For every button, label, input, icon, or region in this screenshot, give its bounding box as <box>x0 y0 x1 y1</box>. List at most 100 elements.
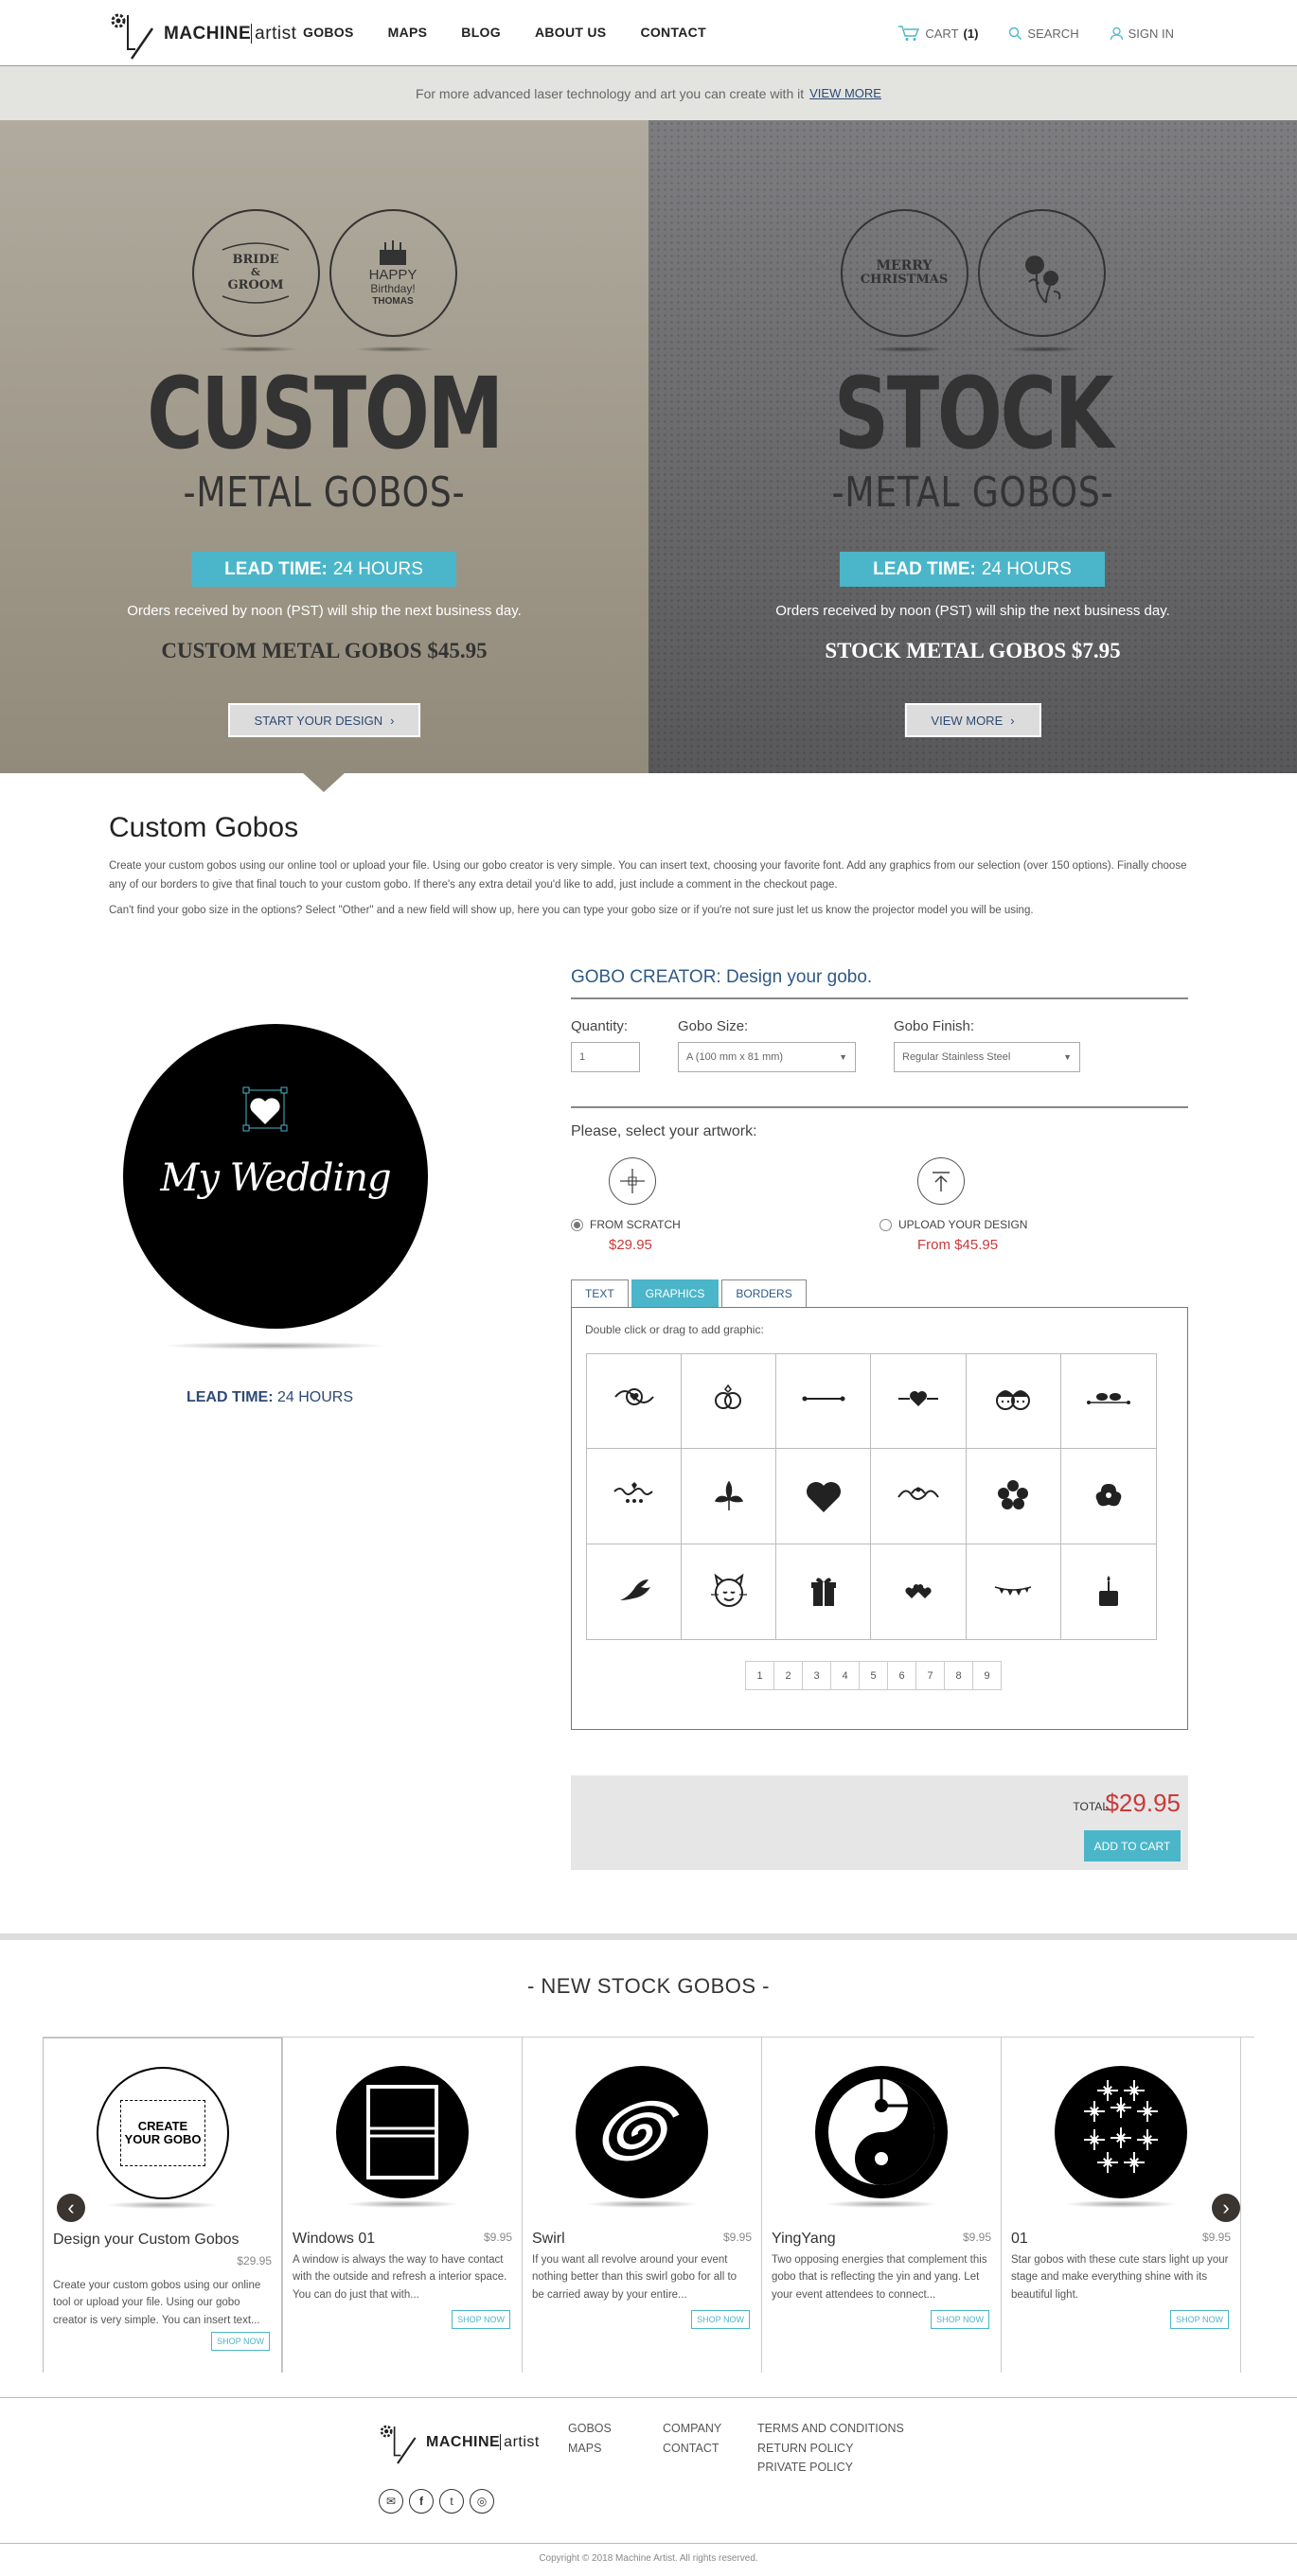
product-card[interactable]: Swirl $9.95 If you want all revolve arou… <box>522 2038 761 2373</box>
upload-design-radio[interactable] <box>879 1218 892 1231</box>
add-to-cart-button[interactable]: ADD TO CART <box>1084 1830 1181 1861</box>
graphic-cell[interactable] <box>587 1354 683 1450</box>
page-2[interactable]: 2 <box>773 1661 803 1690</box>
selected-heart-graphic-icon[interactable] <box>239 1083 292 1136</box>
logo-text: MACHINE artist <box>426 2434 540 2450</box>
nav-gobos[interactable]: GOBOS <box>303 25 354 40</box>
page-6[interactable]: 6 <box>887 1661 916 1690</box>
graphic-cell[interactable] <box>682 1354 777 1450</box>
product-name[interactable]: Swirl <box>532 2231 565 2248</box>
tab-text[interactable]: TEXT <box>571 1279 629 1307</box>
page-3[interactable]: 3 <box>802 1661 831 1690</box>
seal-text: CHRISTMAS <box>860 273 949 288</box>
from-scratch-radio[interactable] <box>571 1218 583 1231</box>
page-9[interactable]: 9 <box>972 1661 1002 1690</box>
hero-stock-gobos[interactable]: MERRY CHRISTMAS STOCK -METAL GOBOS- LEAD… <box>648 120 1297 773</box>
footer-link-contact[interactable]: CONTACT <box>663 2439 721 2459</box>
quantity-input[interactable]: 1 <box>571 1042 640 1072</box>
tab-borders[interactable]: BORDERS <box>721 1279 807 1307</box>
size-select[interactable]: A (100 mm x 81 mm) ▼ <box>678 1042 856 1072</box>
start-design-button[interactable]: START YOUR DESIGN › <box>227 703 421 737</box>
email-icon[interactable]: ✉ <box>379 2489 403 2514</box>
product-name[interactable]: 01 <box>1011 2231 1028 2248</box>
shop-now-button[interactable]: SHOP NOW <box>211 2332 270 2351</box>
logo[interactable]: MACHINE artist <box>107 8 297 61</box>
finish-select[interactable]: Regular Stainless Steel ▼ <box>894 1042 1080 1072</box>
view-more-button[interactable]: VIEW MORE › <box>904 703 1041 737</box>
page-7[interactable]: 7 <box>915 1661 945 1690</box>
search-link[interactable]: SEARCH <box>1008 25 1079 42</box>
intro-paragraph: Create your custom gobos using our onlin… <box>109 860 1187 891</box>
shop-now-button[interactable]: SHOP NOW <box>691 2310 750 2329</box>
shop-now-button[interactable]: SHOP NOW <box>1170 2310 1229 2329</box>
gobo-preview[interactable]: My Wedding <box>123 1024 428 1329</box>
nav-maps[interactable]: MAPS <box>388 25 428 40</box>
shop-now-button[interactable]: SHOP NOW <box>931 2310 989 2329</box>
promo-view-more-link[interactable]: VIEW MORE <box>809 86 881 100</box>
tab-graphics[interactable]: GRAPHICS <box>631 1279 720 1307</box>
graphic-cell[interactable] <box>587 1449 683 1544</box>
page-4[interactable]: 4 <box>830 1661 860 1690</box>
nav-about-us[interactable]: ABOUT US <box>535 25 607 40</box>
footer-link-privacy[interactable]: PRIVATE POLICY <box>757 2458 904 2478</box>
footer-link-terms[interactable]: TERMS AND CONDITIONS <box>757 2419 904 2439</box>
hero-subtitle: -METAL GOBOS- <box>183 468 466 517</box>
product-card[interactable]: Windows 01 $9.95 A window is always the … <box>282 2038 522 2373</box>
page-1[interactable]: 1 <box>745 1661 774 1690</box>
product-price: $9.95 <box>1201 2231 1231 2244</box>
facebook-icon[interactable]: f <box>409 2489 434 2514</box>
hero-title: STOCK <box>833 356 1114 471</box>
footer-link-company[interactable]: COMPANY <box>663 2419 721 2439</box>
footer-logo[interactable]: MACHINE artist <box>377 2419 540 2466</box>
lead-time-badge: LEAD TIME: 24 HOURS <box>191 552 456 587</box>
product-name[interactable]: Windows 01 <box>293 2231 375 2248</box>
nav-contact[interactable]: CONTACT <box>640 25 706 40</box>
footer-link-return[interactable]: RETURN POLICY <box>757 2439 904 2459</box>
graphic-cell[interactable] <box>966 1449 1061 1544</box>
page-8[interactable]: 8 <box>944 1661 973 1690</box>
finish-label: Gobo Finish: <box>894 1018 975 1034</box>
carousel-next-button[interactable]: › <box>1212 2194 1240 2222</box>
signin-link[interactable]: SIGN IN <box>1110 25 1174 42</box>
graphic-cell[interactable] <box>1060 1354 1156 1450</box>
cart-link[interactable]: CART (1) <box>897 25 978 42</box>
graphic-cell[interactable] <box>871 1449 967 1544</box>
graphic-cell[interactable] <box>587 1544 683 1639</box>
from-scratch-option[interactable]: FROM SCRATCH $29.95 <box>571 1157 879 1253</box>
page-5[interactable]: 5 <box>859 1661 888 1690</box>
product-desc: Two opposing energies that complement th… <box>772 2254 987 2301</box>
graphic-cell[interactable] <box>871 1544 967 1639</box>
price-value: $7.95 <box>1071 639 1121 662</box>
yinyang-gobo-image <box>815 2066 948 2198</box>
product-name[interactable]: YingYang <box>772 2231 836 2248</box>
graphic-cell[interactable] <box>967 1544 1061 1639</box>
user-icon <box>1110 26 1123 40</box>
graphic-cell[interactable] <box>776 1544 872 1639</box>
graphic-cell[interactable] <box>871 1354 967 1450</box>
footer-link-maps[interactable]: MAPS <box>568 2439 612 2459</box>
graphic-cell[interactable] <box>776 1354 872 1450</box>
graphic-cell[interactable] <box>1061 1544 1156 1639</box>
shop-now-button[interactable]: SHOP NOW <box>452 2310 510 2329</box>
hero-custom-gobos[interactable]: BRIDE & GROOM HAPPY Birthday! THOMAS CUS… <box>0 120 648 773</box>
product-name[interactable]: Design your Custom Gobos <box>53 2232 240 2249</box>
graphic-cell[interactable] <box>682 1449 777 1544</box>
upload-design-option[interactable]: UPLOAD YOUR DESIGN From $45.95 <box>879 1157 1188 1253</box>
graphic-cell[interactable] <box>682 1544 777 1639</box>
option-price: From $45.95 <box>917 1237 999 1253</box>
instagram-icon[interactable]: ◎ <box>470 2489 494 2514</box>
dropdown-arrow-icon: ▼ <box>1063 1052 1072 1062</box>
product-card[interactable]: 01 $9.95 Star gobos with these cute star… <box>1001 2038 1240 2373</box>
product-desc: Create your custom gobos using our onlin… <box>53 2280 261 2326</box>
nav-blog[interactable]: BLOG <box>461 25 501 40</box>
twitter-icon[interactable]: t <box>439 2489 464 2514</box>
button-label: START YOUR DESIGN <box>254 713 383 728</box>
product-card[interactable]: YingYang $9.95 Two opposing energies tha… <box>761 2038 1001 2373</box>
carousel-prev-button[interactable]: ‹ <box>57 2194 85 2222</box>
product-card-partial[interactable] <box>1240 2038 1254 2373</box>
graphic-cell[interactable] <box>966 1354 1061 1450</box>
graphics-pagination: 1 2 3 4 5 6 7 8 9 <box>745 1661 1002 1690</box>
graphic-cell[interactable] <box>1060 1449 1156 1544</box>
graphic-cell[interactable] <box>776 1449 872 1544</box>
footer-link-gobos[interactable]: GOBOS <box>568 2419 612 2439</box>
